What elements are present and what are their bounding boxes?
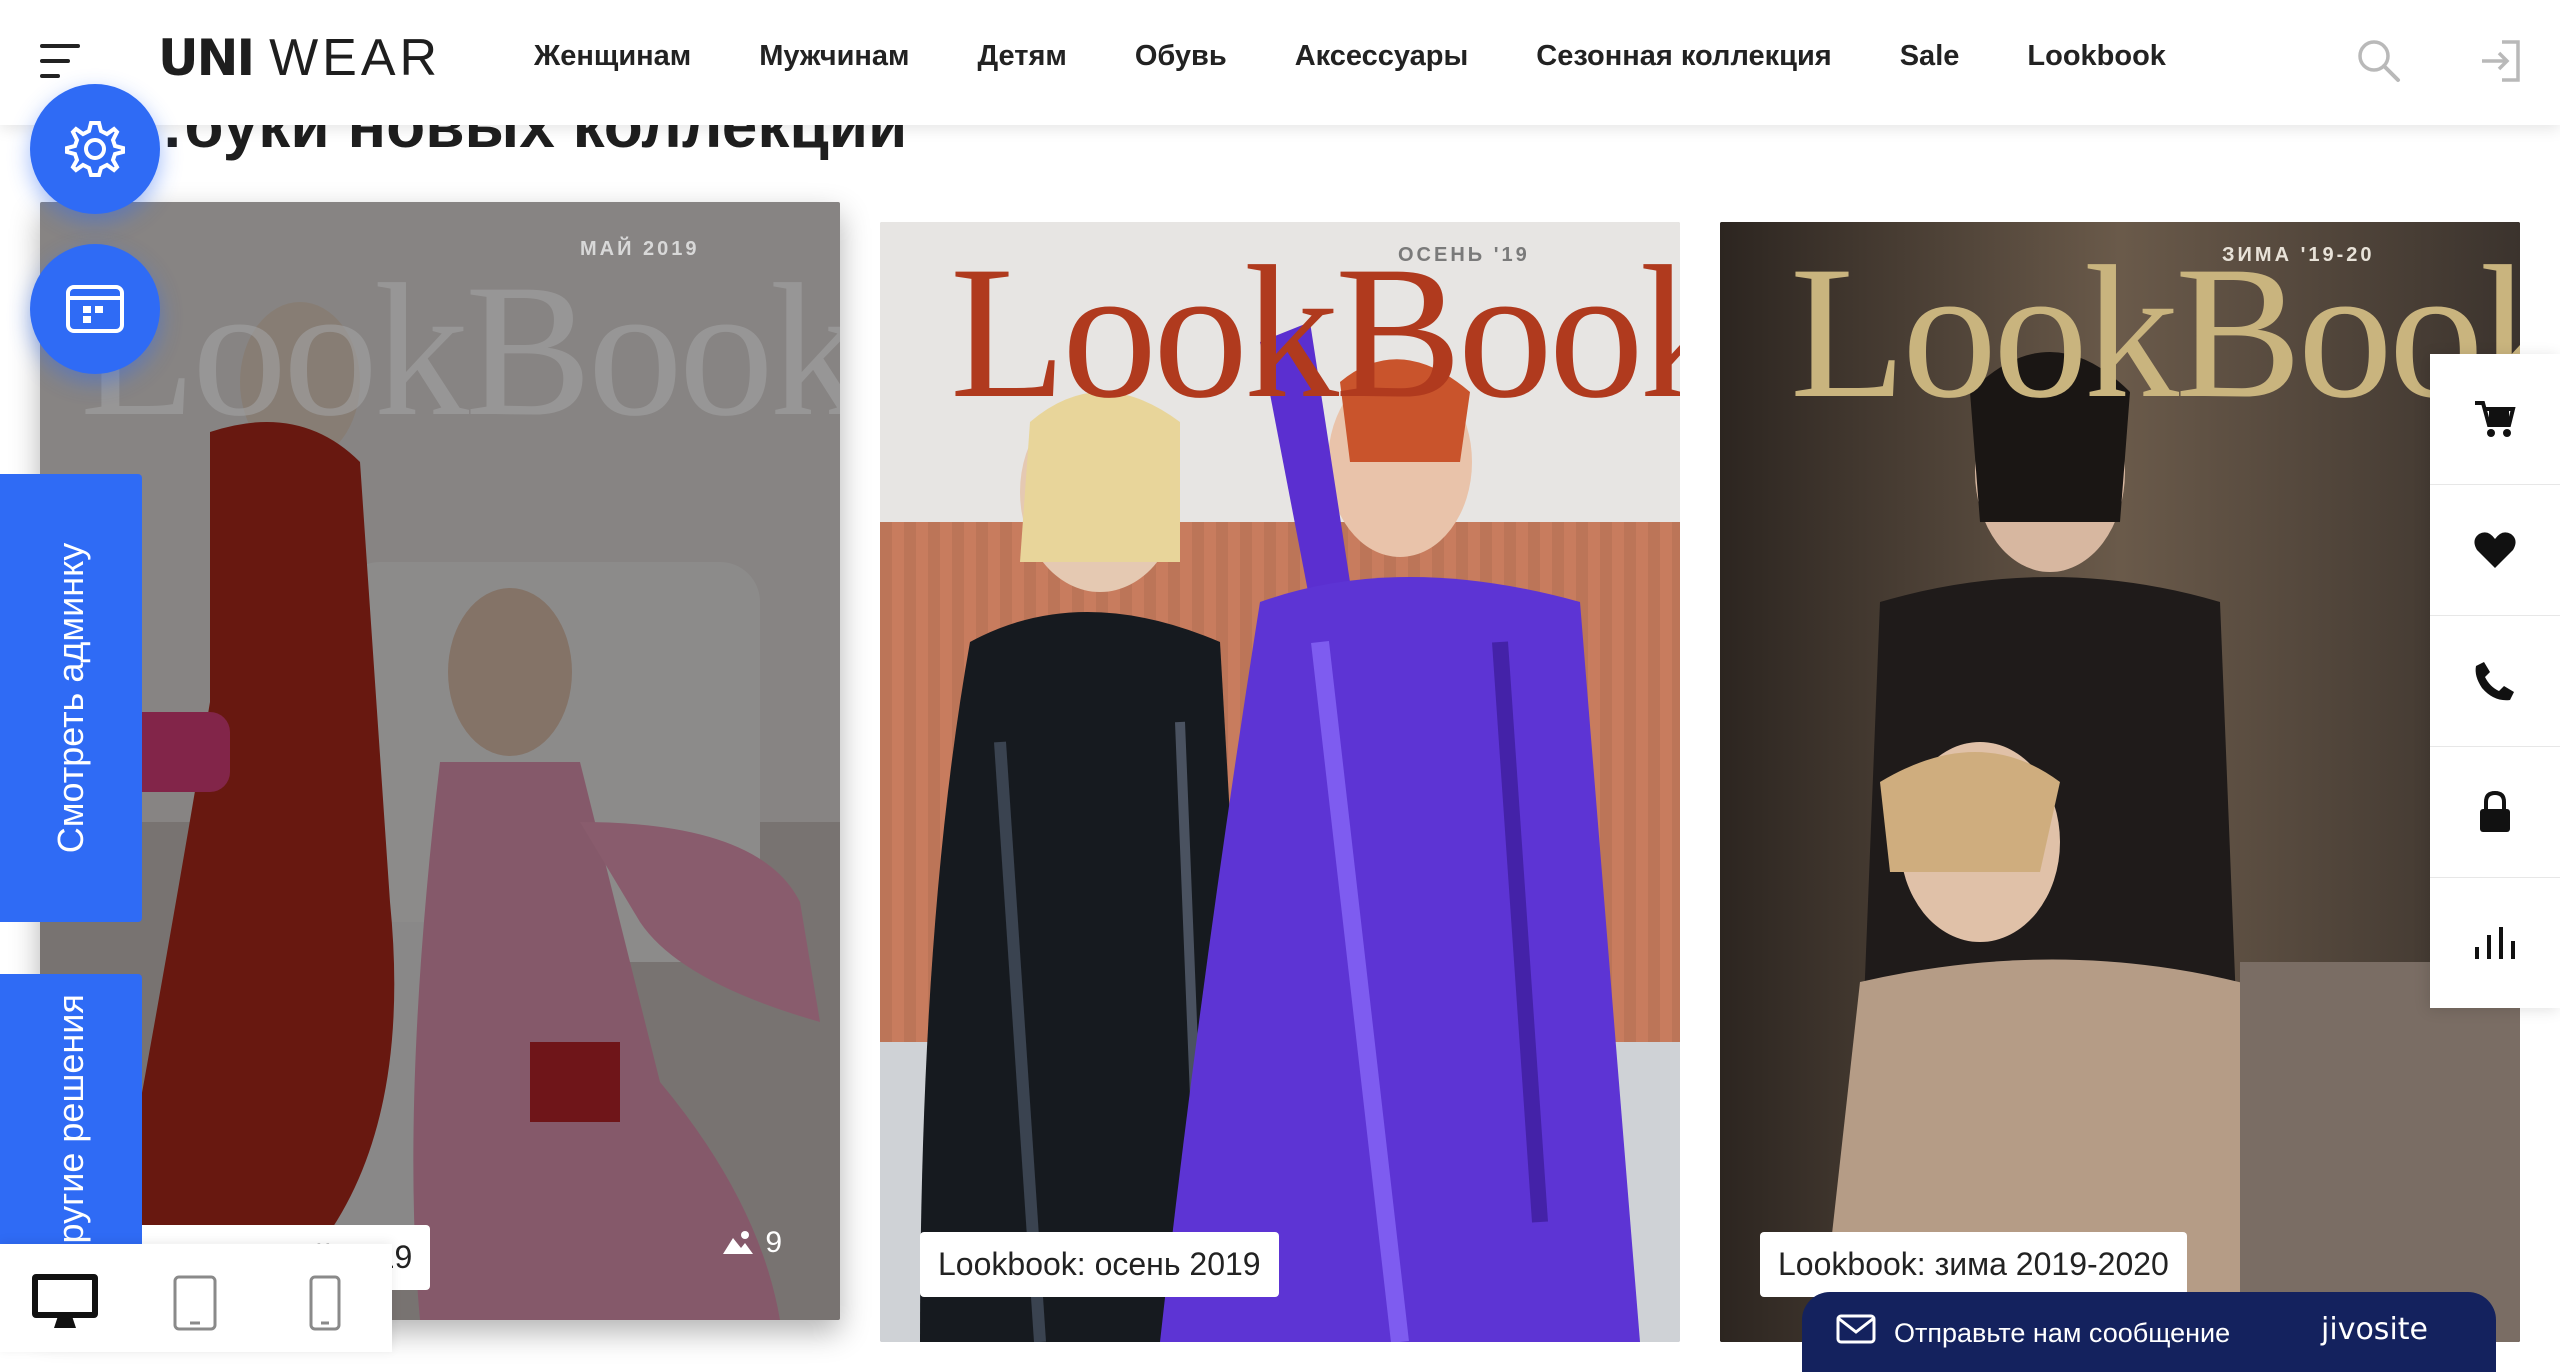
heart-icon bbox=[2474, 532, 2516, 568]
call-button[interactable] bbox=[2430, 616, 2560, 747]
cover-title: LookBook bbox=[80, 246, 840, 456]
cart-button[interactable] bbox=[2430, 354, 2560, 485]
cover-season: ОСЕНЬ '19 bbox=[1398, 244, 1530, 266]
login-icon[interactable] bbox=[2474, 34, 2528, 88]
lock-icon bbox=[2480, 790, 2510, 832]
logo-word: WEAR bbox=[269, 29, 442, 87]
other-solutions-tab[interactable]: Другие решения bbox=[0, 974, 142, 1264]
tablet-icon[interactable] bbox=[172, 1274, 218, 1332]
lookbook-card-label: Lookbook: зима 2019-2020 bbox=[1760, 1232, 2187, 1297]
phone-icon bbox=[2475, 662, 2514, 701]
chat-widget[interactable]: Отправьте нам сообщение jivosite bbox=[1802, 1292, 2496, 1372]
other-solutions-label: Другие решения bbox=[50, 993, 91, 1264]
lookbook-card-may-2019[interactable]: МАЙ 2019 LookBook Lookbook: май 2019 9 bbox=[40, 202, 840, 1320]
envelope-icon bbox=[1836, 1314, 1876, 1344]
lookbook-card-autumn-2019[interactable]: LookBook ОСЕНЬ '19 Lookbook: осень 2019 bbox=[880, 222, 1680, 1342]
cover-title: LookBook bbox=[950, 228, 1680, 438]
view-admin-tab[interactable]: Смотреть админку bbox=[0, 474, 142, 922]
nav-item-lookbook[interactable]: Lookbook bbox=[2027, 40, 2166, 73]
main-nav: Женщинам Мужчинам Детям Обувь Аксессуары… bbox=[534, 40, 2166, 73]
compare-button[interactable] bbox=[2430, 878, 2560, 1008]
hamburger-icon[interactable] bbox=[40, 44, 82, 78]
nav-item-shoes[interactable]: Обувь bbox=[1135, 40, 1227, 73]
nav-item-sale[interactable]: Sale bbox=[1900, 40, 1960, 73]
quick-actions-panel bbox=[2430, 354, 2560, 1008]
login-lock-button[interactable] bbox=[2430, 747, 2560, 878]
favorites-button[interactable] bbox=[2430, 485, 2560, 616]
logo-mark: UNI bbox=[158, 29, 255, 87]
gear-icon bbox=[65, 121, 125, 177]
site-header: UNI WEAR Женщинам Мужчинам Детям Обувь А… bbox=[0, 0, 2560, 125]
desktop-icon[interactable] bbox=[32, 1274, 98, 1330]
chat-brand: jivosite bbox=[2321, 1312, 2428, 1347]
lookbook-card-label: Lookbook: осень 2019 bbox=[920, 1232, 1279, 1297]
photos-icon bbox=[723, 1231, 754, 1254]
lookbook-card-winter-2019-2020[interactable]: LookBook ЗИМА '19-20 Lookbook: зима 2019… bbox=[1720, 222, 2520, 1342]
mobile-icon[interactable] bbox=[308, 1274, 342, 1332]
photo-count: 9 bbox=[721, 1226, 782, 1260]
nav-item-men[interactable]: Мужчинам bbox=[759, 40, 909, 73]
nav-item-seasonal[interactable]: Сезонная коллекция bbox=[1536, 40, 1831, 73]
photo-count-value: 9 bbox=[765, 1226, 782, 1259]
site-logo[interactable]: UNI WEAR bbox=[158, 26, 441, 90]
settings-button[interactable] bbox=[30, 84, 160, 214]
chart-icon bbox=[2475, 927, 2515, 959]
view-admin-label: Смотреть админку bbox=[50, 542, 91, 854]
layout-button[interactable] bbox=[30, 244, 160, 374]
cover-season: ЗИМА '19-20 bbox=[2222, 244, 2375, 266]
cover-title: LookBook bbox=[1790, 228, 2520, 438]
cart-icon bbox=[2475, 401, 2516, 437]
nav-item-women[interactable]: Женщинам bbox=[534, 40, 691, 73]
search-icon[interactable] bbox=[2352, 34, 2406, 88]
device-switcher bbox=[0, 1244, 392, 1352]
nav-item-kids[interactable]: Детям bbox=[978, 40, 1067, 73]
cover-season: МАЙ 2019 bbox=[580, 238, 700, 260]
layout-icon bbox=[66, 285, 124, 333]
nav-item-accessories[interactable]: Аксессуары bbox=[1295, 40, 1469, 73]
chat-prompt: Отправьте нам сообщение bbox=[1894, 1318, 2231, 1348]
